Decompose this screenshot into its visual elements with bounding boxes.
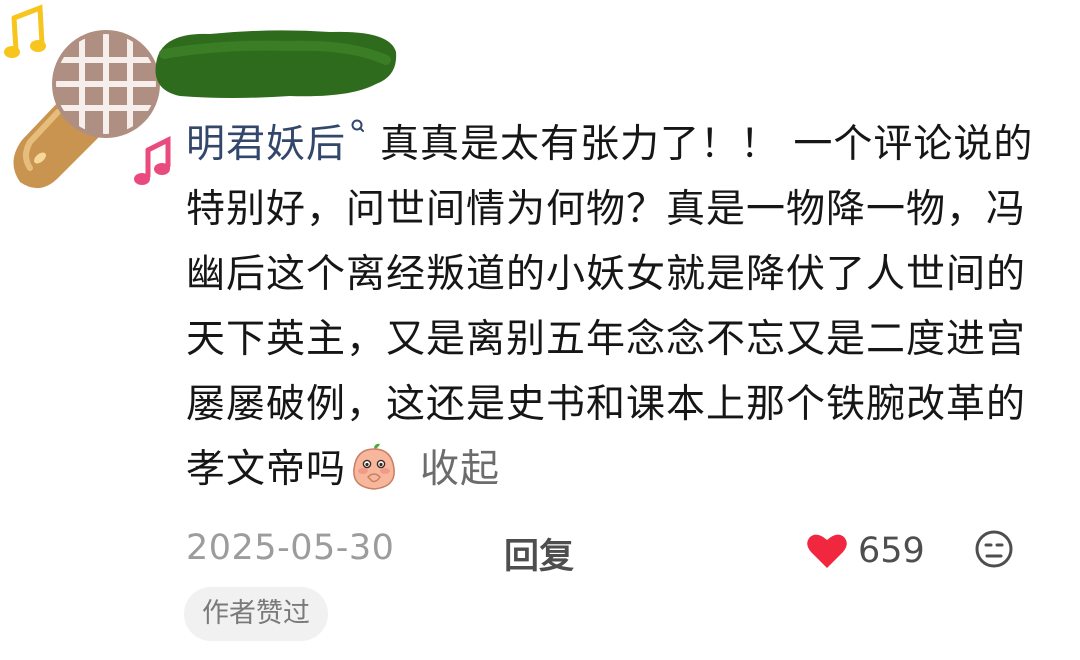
reply-button[interactable]: 回复 xyxy=(504,528,574,579)
search-mark-icon xyxy=(351,119,365,132)
music-note-icon xyxy=(4,4,46,58)
like-count: 659 xyxy=(858,531,925,571)
collapse-link[interactable]: 收起 xyxy=(420,447,500,492)
comment-footer: 2025-05-30 回复 659 xyxy=(186,522,1036,578)
comment-screen: 明君妖后 真真是太有张力了！！ 一个评论说的特别好，问世间情为何物？真是一物降一物… xyxy=(0,0,1080,660)
comment-date: 2025-05-30 xyxy=(186,528,395,568)
peach-shy-emoji xyxy=(353,443,395,490)
username[interactable]: 明君妖后 xyxy=(186,122,346,167)
music-note-icon xyxy=(134,135,171,185)
like-button[interactable]: 659 xyxy=(806,526,925,576)
comment-body: 明君妖后 真真是太有张力了！！ 一个评论说的特别好，问世间情为何物？真是一物降一物… xyxy=(186,112,1046,502)
author-liked-badge: 作者赞过 xyxy=(184,587,328,641)
frown-face-icon[interactable] xyxy=(973,528,1015,570)
heart-icon xyxy=(807,534,847,568)
avatar[interactable] xyxy=(0,0,175,200)
redaction-mark xyxy=(155,30,397,98)
comment-text: 真真是太有张力了！！ 一个评论说的特别好，问世间情为何物？真是一物降一物，冯幽后… xyxy=(186,122,1034,492)
